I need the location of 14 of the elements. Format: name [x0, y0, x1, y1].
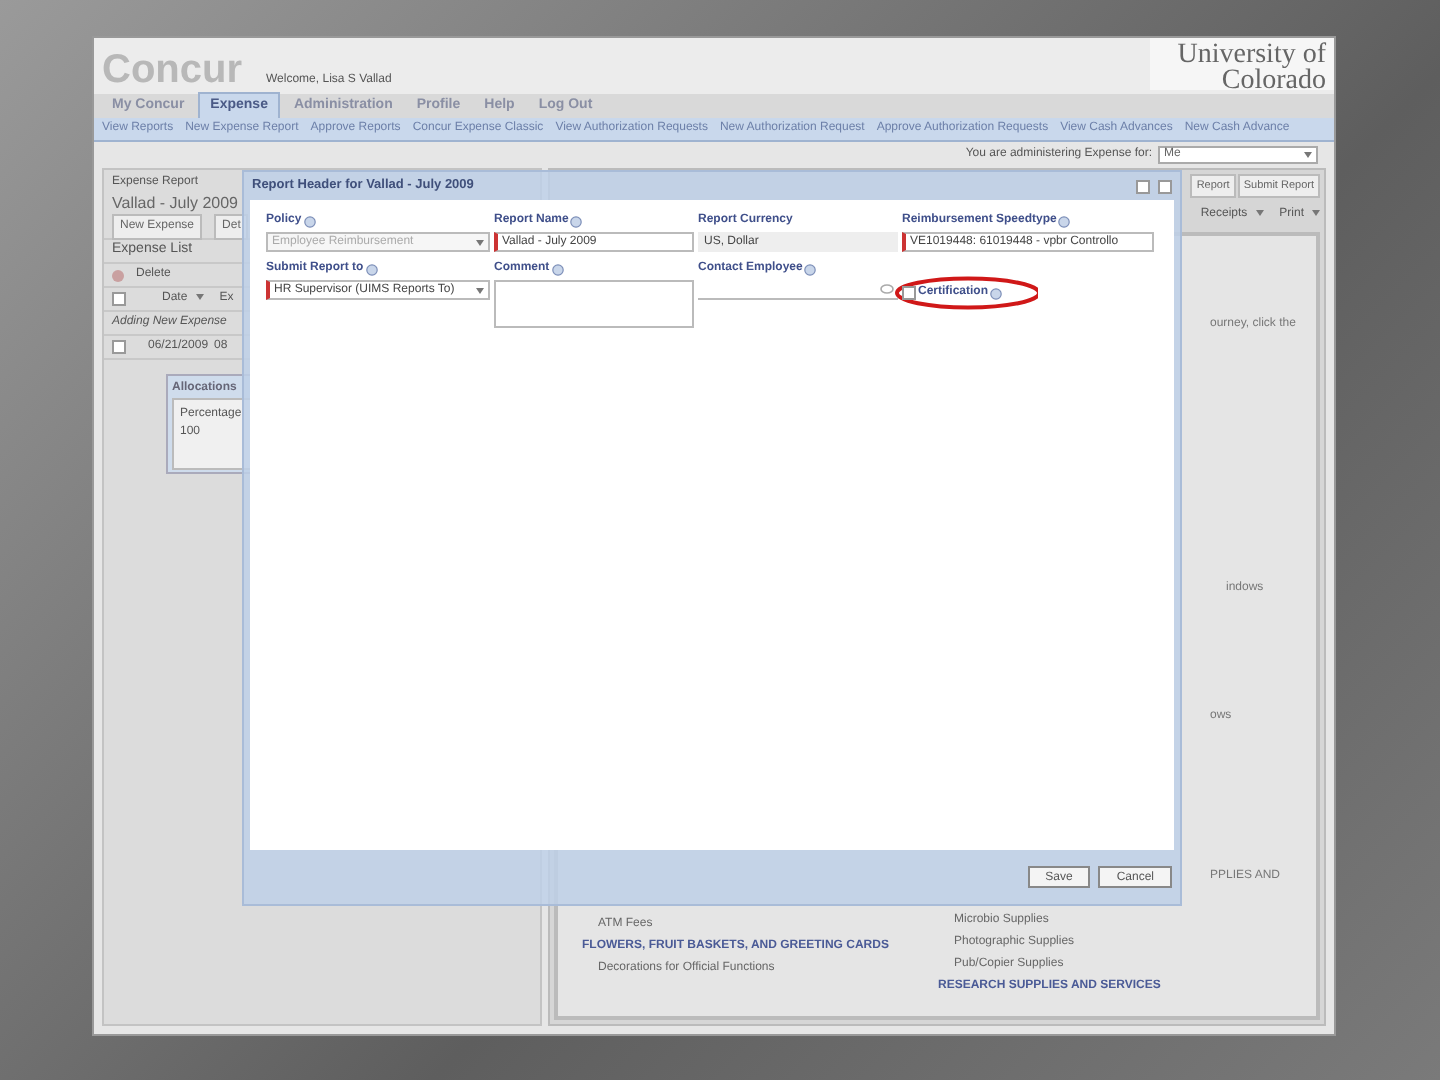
caret-icon	[195, 294, 204, 300]
certification-checkbox[interactable]	[902, 286, 916, 300]
select-all-checkbox[interactable]	[112, 292, 126, 306]
caret-icon	[1255, 210, 1264, 217]
caret-icon	[1304, 152, 1312, 158]
lookup-field[interactable]	[698, 280, 898, 300]
lookup-icon[interactable]	[880, 284, 894, 294]
caret-icon	[476, 239, 484, 245]
comment-box[interactable]	[494, 280, 694, 328]
university-logo: University of Colorado	[1150, 38, 1334, 90]
report-title: Vallad - July 2009	[112, 192, 238, 216]
caret-icon	[1312, 210, 1320, 217]
row-checkbox[interactable]	[112, 340, 126, 354]
caret-icon	[476, 287, 484, 293]
